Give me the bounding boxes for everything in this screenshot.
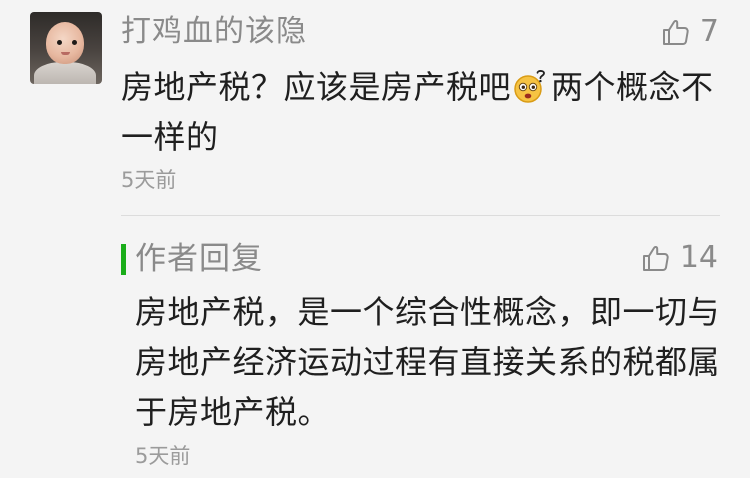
avatar-body [34,62,96,84]
confused-face-emoji-icon [512,68,550,104]
author-reply-text: 房地产税，是一个综合性概念，即一切与房地产经济运动过程有直接关系的税都属于房地产… [135,293,721,431]
author-reply-label: 作者回复 [135,241,263,277]
avatar-left-eye [57,40,62,45]
thumbs-up-icon [642,245,669,271]
comment-like-button[interactable]: 7 [662,12,719,52]
commenter-avatar[interactable] [30,12,102,84]
comment-text: 房地产税？应该是房产税吧 两个概念不一样的 [121,62,721,162]
reply-like-button[interactable]: 14 [642,238,718,278]
reply-like-count: 14 [679,240,718,275]
avatar-right-eye [72,40,77,45]
commenter-username[interactable]: 打鸡血的该隐 [121,12,307,52]
comment-like-count: 7 [699,14,719,49]
reply-timestamp: 5天前 [135,444,191,468]
thumbs-up-icon [662,19,689,45]
avatar-face [46,22,84,64]
comment-timestamp: 5天前 [121,168,177,192]
reply-accent-bar [121,244,126,275]
comment-text-part-1: 房地产税？应该是房产税吧 [121,68,512,106]
comment-reply-divider [121,215,720,216]
